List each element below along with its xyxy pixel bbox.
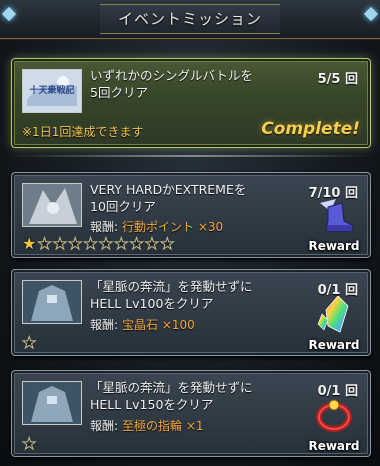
description-line: いずれかのシングルバトルを xyxy=(90,68,253,83)
star-empty-icon: ★ xyxy=(160,234,176,254)
boss-art-icon xyxy=(23,281,81,323)
star-empty-icon: ★ xyxy=(114,234,130,254)
star-empty-icon: ★ xyxy=(129,234,145,254)
reward-info: 報酬: 宝晶石 ×100 xyxy=(90,316,195,333)
description-line: VERY HARDかEXTREMEを xyxy=(90,182,247,197)
reward-info: 報酬: 行動ポイント ×30 xyxy=(90,218,223,235)
reward-value: 至極の指輪 ×1 xyxy=(122,419,204,433)
mission-description: VERY HARDかEXTREMEを 10回クリア xyxy=(90,181,300,215)
complete-badge: Complete! xyxy=(261,119,360,139)
boss-art-icon xyxy=(23,382,81,424)
mission-thumbnail xyxy=(22,280,82,324)
star-empty-icon: ★ xyxy=(68,234,84,254)
reward-button-label: Reward xyxy=(308,338,360,352)
description-line: 5回クリア xyxy=(90,85,148,100)
mission-thumbnail: 十天衆戦記 xyxy=(22,69,82,113)
star-empty-icon: ★ xyxy=(98,234,115,254)
reward-label: 報酬: xyxy=(90,220,119,234)
star-filled-icon: ★ xyxy=(22,234,38,253)
daily-note: ※1日1回達成できます xyxy=(22,125,144,139)
mission-card-very-hard: VERY HARDかEXTREMEを 10回クリア 7/10 回 報酬: 行動ポイ… xyxy=(11,172,371,258)
star-empty-icon: ★ xyxy=(83,234,99,254)
reward-label: 報酬: xyxy=(90,419,119,433)
page-title: イベントミッション xyxy=(117,10,262,28)
description-line: 「星脈の奔流」を発動せずに xyxy=(90,279,253,294)
star-rating: ★ xyxy=(21,434,38,454)
reward-value: 行動ポイント ×30 xyxy=(122,220,224,234)
reward-label: 報酬: xyxy=(90,318,119,332)
mission-description: いずれかのシングルバトルを 5回クリア xyxy=(90,67,300,101)
rainbow-crystal-icon xyxy=(317,296,349,333)
description-line: HELL Lv150をクリア xyxy=(90,397,214,412)
ring-icon xyxy=(316,399,352,432)
reward-value: 宝晶石 ×100 xyxy=(122,318,195,332)
monster-art-icon xyxy=(23,184,81,226)
reward-button-label: Reward xyxy=(308,239,360,253)
description-line: 「星脈の奔流」を発動せずに xyxy=(90,380,253,395)
reward-info: 報酬: 至極の指輪 ×1 xyxy=(90,417,204,434)
star-rating: ★★★★★★★★★★ xyxy=(22,234,176,254)
mission-thumbnail xyxy=(22,183,82,227)
star-empty-icon: ★ xyxy=(52,234,69,254)
reward-button[interactable]: Reward xyxy=(308,197,360,253)
star-empty-icon: ★ xyxy=(21,333,38,353)
section-divider xyxy=(10,155,370,157)
reward-button[interactable]: Reward xyxy=(308,397,360,453)
mission-card-hell-lv150: 「星脈の奔流」を発動せずに HELL Lv150をクリア 0/1 回 報酬: 至極… xyxy=(11,370,371,457)
star-rating: ★ xyxy=(21,333,38,353)
thumbnail-caption: 十天衆戦記 xyxy=(29,86,75,96)
mission-card-hell-lv100: 「星脈の奔流」を発動せずに HELL Lv100をクリア 0/1 回 報酬: 宝晶… xyxy=(11,269,371,356)
reward-button[interactable]: Reward xyxy=(308,296,360,352)
star-empty-icon: ★ xyxy=(144,234,161,254)
mission-thumbnail xyxy=(22,381,82,425)
mission-description: 「星脈の奔流」を発動せずに HELL Lv150をクリア xyxy=(90,379,300,413)
star-empty-icon: ★ xyxy=(21,434,38,454)
mission-card-single-battle: 十天衆戦記 いずれかのシングルバトルを 5回クリア 5/5 回 ※1日1回達成で… xyxy=(11,58,371,148)
mission-panel: イベントミッション 十天衆戦記 いずれかのシングルバトルを 5回クリア 5/5 … xyxy=(0,0,380,466)
star-empty-icon: ★ xyxy=(37,234,53,254)
description-line: HELL Lv100をクリア xyxy=(90,296,214,311)
winged-boot-icon xyxy=(320,199,353,232)
reward-button-label: Reward xyxy=(308,439,360,453)
description-line: 10回クリア xyxy=(90,199,156,214)
progress-count: 5/5 回 xyxy=(317,72,358,87)
mission-description: 「星脈の奔流」を発動せずに HELL Lv100をクリア xyxy=(90,278,300,312)
header-bar: イベントミッション xyxy=(0,0,380,39)
